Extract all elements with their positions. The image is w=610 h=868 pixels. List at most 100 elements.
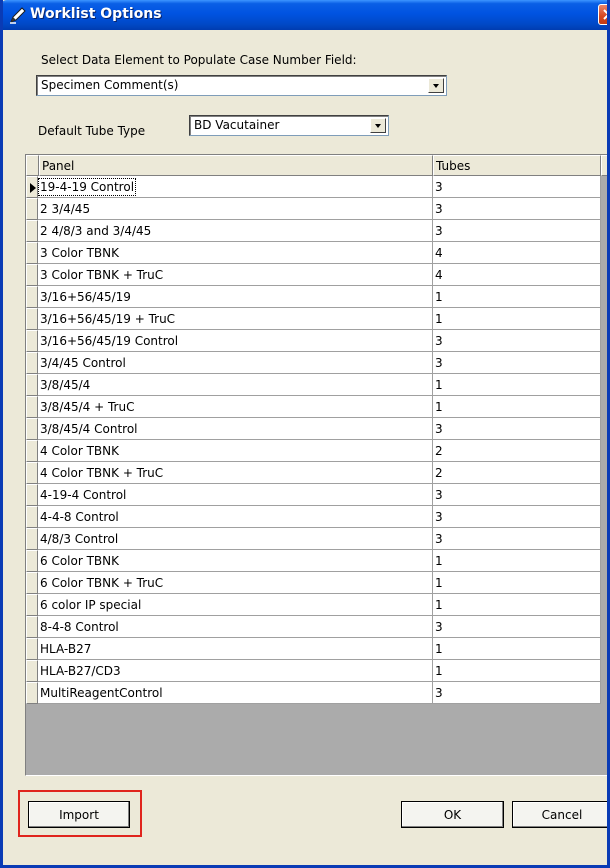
panel-cell[interactable]: 3/8/45/4 + TruC xyxy=(38,396,433,418)
row-header[interactable] xyxy=(26,242,38,264)
tubes-cell-text: 3 xyxy=(435,180,443,194)
row-header[interactable] xyxy=(26,396,38,418)
panel-cell[interactable]: 3/8/45/4 xyxy=(38,374,433,396)
tubes-cell-text: 3 xyxy=(435,202,443,216)
tubes-cell[interactable]: 2 xyxy=(433,440,601,462)
window-title: Worklist Options xyxy=(30,6,162,22)
cancel-button[interactable]: Cancel xyxy=(512,801,607,828)
tubes-cell[interactable]: 3 xyxy=(433,330,601,352)
tubes-cell[interactable]: 4 xyxy=(433,242,601,264)
tubes-cell[interactable]: 1 xyxy=(433,572,601,594)
panel-cell[interactable]: 6 Color TBNK + TruC xyxy=(38,572,433,594)
row-header[interactable] xyxy=(26,176,38,198)
panel-cell[interactable]: 4 Color TBNK + TruC xyxy=(38,462,433,484)
panel-cell[interactable]: 6 color IP special xyxy=(38,594,433,616)
row-header[interactable] xyxy=(26,352,38,374)
row-header[interactable] xyxy=(26,506,38,528)
tubes-cell[interactable]: 1 xyxy=(433,660,601,682)
panel-cell[interactable]: 2 4/8/3 and 3/4/45 xyxy=(38,220,433,242)
tubes-cell[interactable]: 1 xyxy=(433,286,601,308)
row-header[interactable] xyxy=(26,440,38,462)
row-header[interactable] xyxy=(26,550,38,572)
tubes-cell[interactable]: 3 xyxy=(433,484,601,506)
row-header[interactable] xyxy=(26,462,38,484)
panel-cell[interactable]: 3/4/45 Control xyxy=(38,352,433,374)
tubes-cell[interactable]: 3 xyxy=(433,220,601,242)
row-header[interactable] xyxy=(26,264,38,286)
row-header[interactable] xyxy=(26,330,38,352)
chevron-down-icon[interactable] xyxy=(370,118,386,133)
tubes-cell[interactable]: 3 xyxy=(433,176,601,198)
column-header-panel[interactable]: Panel xyxy=(39,155,433,176)
tubes-cell-text: 3 xyxy=(435,334,443,348)
panel-cell[interactable]: 3/16+56/45/19 + TruC xyxy=(38,308,433,330)
case-number-select[interactable]: Specimen Comment(s) xyxy=(36,75,447,96)
row-header[interactable] xyxy=(26,374,38,396)
tubes-cell[interactable]: 1 xyxy=(433,374,601,396)
row-header[interactable] xyxy=(26,682,38,704)
title-bar[interactable]: Worklist Options xyxy=(3,0,607,30)
row-header[interactable] xyxy=(26,220,38,242)
grid-corner xyxy=(26,155,39,176)
tubes-cell-text: 1 xyxy=(435,598,443,612)
tubes-cell[interactable]: 3 xyxy=(433,506,601,528)
row-header[interactable] xyxy=(26,308,38,330)
panel-cell[interactable]: HLA-B27 xyxy=(38,638,433,660)
row-header[interactable] xyxy=(26,660,38,682)
panel-cell[interactable]: 19-4-19 Control xyxy=(37,176,433,198)
tubes-cell[interactable]: 3 xyxy=(433,352,601,374)
row-header[interactable] xyxy=(26,616,38,638)
row-header[interactable] xyxy=(26,418,38,440)
tubes-cell[interactable]: 1 xyxy=(433,308,601,330)
panel-cell[interactable]: 3/8/45/4 Control xyxy=(38,418,433,440)
panel-cell[interactable]: 4-4-8 Control xyxy=(38,506,433,528)
panel-cell[interactable]: 4/8/3 Control xyxy=(38,528,433,550)
case-number-label: Select Data Element to Populate Case Num… xyxy=(41,53,357,67)
tubes-cell[interactable]: 3 xyxy=(433,682,601,704)
panel-cell[interactable]: MultiReagentControl xyxy=(38,682,433,704)
row-header[interactable] xyxy=(26,484,38,506)
case-number-select-value: Specimen Comment(s) xyxy=(41,78,179,92)
tubes-cell[interactable]: 3 xyxy=(433,198,601,220)
close-button[interactable] xyxy=(598,4,607,25)
tubes-cell-text: 3 xyxy=(435,356,443,370)
panel-grid[interactable]: Panel Tubes 19-4-19 Control 3 2 3/4/45 3 2 4… xyxy=(25,154,607,776)
panel-cell-text: 4 Color TBNK + TruC xyxy=(40,466,164,480)
tube-type-select[interactable]: BD Vacutainer xyxy=(189,115,389,136)
panel-cell-text: HLA-B27/CD3 xyxy=(40,664,121,678)
tubes-cell[interactable]: 4 xyxy=(433,264,601,286)
panel-cell[interactable]: 3/16+56/45/19 Control xyxy=(38,330,433,352)
tubes-cell[interactable]: 1 xyxy=(433,396,601,418)
row-header[interactable] xyxy=(26,572,38,594)
close-icon xyxy=(603,9,607,20)
row-header[interactable] xyxy=(26,198,38,220)
row-header[interactable] xyxy=(26,286,38,308)
ok-button[interactable]: OK xyxy=(401,801,504,828)
panel-cell[interactable]: 3/16+56/45/19 xyxy=(38,286,433,308)
worklist-options-dialog: Worklist Options Select Data Element to … xyxy=(0,0,610,868)
panel-cell[interactable]: 3 Color TBNK + TruC xyxy=(38,264,433,286)
tubes-cell[interactable]: 2 xyxy=(433,462,601,484)
tubes-cell[interactable]: 3 xyxy=(433,528,601,550)
tubes-cell-text: 4 xyxy=(435,268,443,282)
panel-cell[interactable]: 8-4-8 Control xyxy=(38,616,433,638)
panel-cell[interactable]: 4-19-4 Control xyxy=(38,484,433,506)
tubes-cell-text: 3 xyxy=(435,488,443,502)
tubes-cell[interactable]: 1 xyxy=(433,550,601,572)
panel-cell[interactable]: 4 Color TBNK xyxy=(38,440,433,462)
tubes-cell[interactable]: 3 xyxy=(433,418,601,440)
tubes-cell[interactable]: 1 xyxy=(433,638,601,660)
tubes-cell-text: 3 xyxy=(435,510,443,524)
tubes-cell[interactable]: 1 xyxy=(433,594,601,616)
row-header[interactable] xyxy=(26,528,38,550)
tubes-cell[interactable]: 3 xyxy=(433,616,601,638)
row-header[interactable] xyxy=(26,594,38,616)
tubes-cell-text: 1 xyxy=(435,554,443,568)
panel-cell[interactable]: 3 Color TBNK xyxy=(38,242,433,264)
chevron-down-icon[interactable] xyxy=(428,78,444,93)
panel-cell[interactable]: HLA-B27/CD3 xyxy=(38,660,433,682)
row-header[interactable] xyxy=(26,638,38,660)
panel-cell[interactable]: 2 3/4/45 xyxy=(38,198,433,220)
column-header-tubes[interactable]: Tubes xyxy=(433,155,601,176)
panel-cell[interactable]: 6 Color TBNK xyxy=(38,550,433,572)
